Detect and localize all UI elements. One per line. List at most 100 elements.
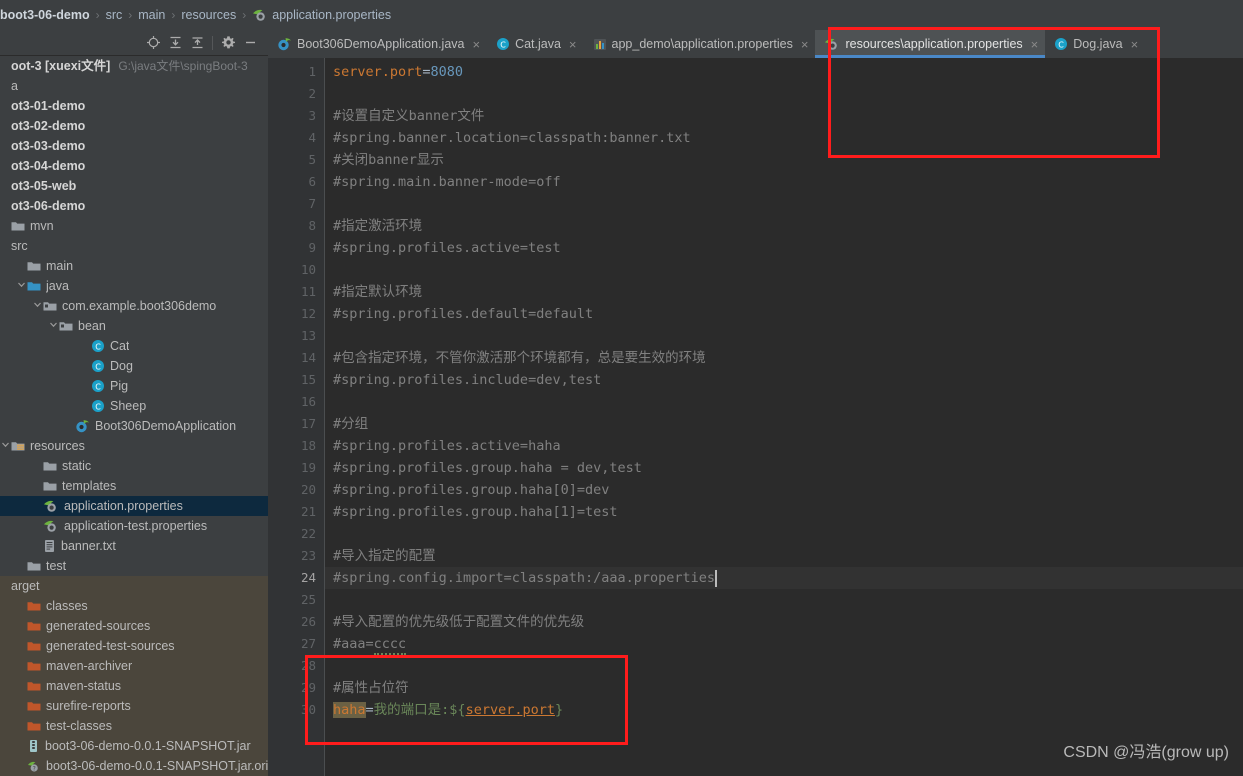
code-line[interactable]: #指定默认环境 — [325, 281, 422, 303]
tree-row[interactable]: C Sheep — [0, 396, 268, 416]
code-line[interactable]: #包含指定环境，不管你激活那个环境都有，总是要生效的环境 — [325, 347, 706, 369]
line-number: 13 — [300, 328, 316, 343]
code-line[interactable]: #aaa=cccc — [325, 633, 407, 655]
chevron-down-icon[interactable] — [16, 276, 27, 296]
breadcrumb-item-label: main — [138, 8, 166, 22]
settings-gear-icon[interactable] — [217, 32, 239, 54]
code-line[interactable]: #设置自定义banner文件 — [325, 105, 484, 127]
chevron-down-icon[interactable] — [32, 296, 43, 316]
code-editor[interactable]: 1 2 3 4 5 6 7 8 9 10 11 12 13 14 15 16 17 18 19 20 21 22 23 24 2… — [268, 58, 1243, 776]
tree-row[interactable]: classes — [0, 596, 268, 616]
tree-row[interactable]: ot3-05-web — [0, 176, 268, 196]
editor-tab[interactable]: app_demo\application.properties × — [583, 30, 816, 58]
hide-panel-icon[interactable] — [239, 32, 261, 54]
code-line[interactable]: #spring.config.import=classpath:/aaa.pro… — [325, 567, 715, 589]
code-lines[interactable]: server.port=8080 #设置自定义banner文件 #spring.ba… — [325, 58, 1243, 776]
breadcrumb-item-1[interactable]: src — [106, 8, 123, 22]
chevron-down-icon[interactable] — [0, 436, 11, 456]
code-line[interactable]: #属性占位符 — [325, 677, 409, 699]
tree-row[interactable]: ot3-01-demo — [0, 96, 268, 116]
tree-row[interactable]: templates — [0, 476, 268, 496]
code-line[interactable] — [325, 391, 333, 413]
tree-row-label: test-classes — [46, 719, 112, 733]
tree-row[interactable]: bean — [0, 316, 268, 336]
editor-tab[interactable]: C Cat.java × — [487, 30, 584, 58]
editor-tab[interactable]: Boot306DemoApplication.java × — [268, 30, 488, 58]
editor-tab[interactable]: C Dog.java × — [1045, 30, 1146, 58]
tree-row[interactable]: C Dog — [0, 356, 268, 376]
code-line[interactable]: #spring.profiles.default=default — [325, 303, 593, 325]
tree-row-label: Pig — [110, 379, 129, 393]
code-line[interactable]: #spring.profiles.active=haha — [325, 435, 561, 457]
code-line[interactable] — [325, 325, 333, 347]
code-line[interactable]: #spring.profiles.active=test — [325, 237, 561, 259]
breadcrumb-item-3[interactable]: resources — [181, 8, 236, 22]
breadcrumb-item-2[interactable]: main — [138, 8, 165, 22]
code-line[interactable]: #spring.profiles.group.haha = dev,test — [325, 457, 642, 479]
tree-row[interactable]: test-classes — [0, 716, 268, 736]
project-tree[interactable]: oot-3 [xuexi文件] G:\java文件\spingBoot-3 a ot3… — [0, 56, 268, 776]
code-line[interactable]: #关闭banner显示 — [325, 149, 444, 171]
code-line[interactable] — [325, 655, 333, 677]
tree-row[interactable]: maven-status — [0, 676, 268, 696]
code-line[interactable]: haha=我的端口是:${server.port} — [325, 699, 563, 721]
tree-row[interactable]: boot3-06-demo-0.0.1-SNAPSHOT.jar — [0, 736, 268, 756]
select-opened-file-icon[interactable] — [142, 32, 164, 54]
tree-row[interactable]: ot3-02-demo — [0, 116, 268, 136]
tree-row[interactable]: resources — [0, 436, 268, 456]
tree-row[interactable]: ot3-06-demo — [0, 196, 268, 216]
tree-row[interactable]: ot3-03-demo — [0, 136, 268, 156]
breadcrumb-item-0[interactable]: boot3-06-demo — [0, 8, 90, 22]
tree-row[interactable]: generated-sources — [0, 616, 268, 636]
code-line[interactable]: server.port=8080 — [325, 61, 463, 83]
code-line[interactable]: #spring.profiles.group.haha[0]=dev — [325, 479, 609, 501]
code-line[interactable]: #导入指定的配置 — [325, 545, 436, 567]
close-icon[interactable]: × — [801, 38, 809, 51]
code-line[interactable] — [325, 589, 333, 611]
code-line[interactable]: #spring.main.banner-mode=off — [325, 171, 561, 193]
close-icon[interactable]: × — [472, 38, 480, 51]
tree-row[interactable]: com.example.boot306demo — [0, 296, 268, 316]
breadcrumb-item-4[interactable]: application.properties — [252, 8, 391, 22]
tree-row[interactable]: banner.txt — [0, 536, 268, 556]
tree-row[interactable]: oot-3 [xuexi文件] G:\java文件\spingBoot-3 — [0, 56, 268, 76]
tree-row[interactable]: generated-test-sources — [0, 636, 268, 656]
tree-row[interactable]: mvn — [0, 216, 268, 236]
folder-icon — [43, 460, 57, 472]
folder-icon — [27, 260, 41, 272]
tree-row[interactable]: C Pig — [0, 376, 268, 396]
code-line[interactable] — [325, 83, 333, 105]
code-line[interactable]: #导入配置的优先级低于配置文件的优先级 — [325, 611, 584, 633]
code-line[interactable]: #spring.profiles.group.haha[1]=test — [325, 501, 617, 523]
editor-tab[interactable]: resources\application.properties × — [815, 30, 1046, 58]
expand-all-icon[interactable] — [164, 32, 186, 54]
tree-row[interactable]: C Cat — [0, 336, 268, 356]
tree-row[interactable]: application.properties — [0, 496, 268, 516]
tree-row[interactable]: test — [0, 556, 268, 576]
code-line[interactable]: #spring.banner.location=classpath:banner… — [325, 127, 691, 149]
tree-row[interactable]: Boot306DemoApplication — [0, 416, 268, 436]
tree-row[interactable]: a — [0, 76, 268, 96]
code-line[interactable] — [325, 259, 333, 281]
collapse-all-icon[interactable] — [186, 32, 208, 54]
close-icon[interactable]: × — [1131, 38, 1139, 51]
tree-row[interactable]: java — [0, 276, 268, 296]
tree-row[interactable]: main — [0, 256, 268, 276]
chevron-down-icon[interactable] — [48, 316, 59, 336]
close-icon[interactable]: × — [569, 38, 577, 51]
tree-row[interactable]: maven-archiver — [0, 656, 268, 676]
tree-row[interactable]: surefire-reports — [0, 696, 268, 716]
code-line[interactable] — [325, 523, 333, 545]
code-line[interactable]: #指定激活环境 — [325, 215, 422, 237]
code-line[interactable]: #spring.profiles.include=dev,test — [325, 369, 601, 391]
close-icon[interactable]: × — [1031, 38, 1039, 51]
tree-row[interactable]: static — [0, 456, 268, 476]
tree-row[interactable]: ot3-04-demo — [0, 156, 268, 176]
tree-row[interactable]: src — [0, 236, 268, 256]
code-line[interactable] — [325, 193, 333, 215]
tree-row[interactable]: arget — [0, 576, 268, 596]
tree-row-label: generated-sources — [46, 619, 151, 633]
code-line[interactable]: #分组 — [325, 413, 368, 435]
tree-row[interactable]: ? boot3-06-demo-0.0.1-SNAPSHOT.jar.origin… — [0, 756, 268, 776]
tree-row[interactable]: application-test.properties — [0, 516, 268, 536]
